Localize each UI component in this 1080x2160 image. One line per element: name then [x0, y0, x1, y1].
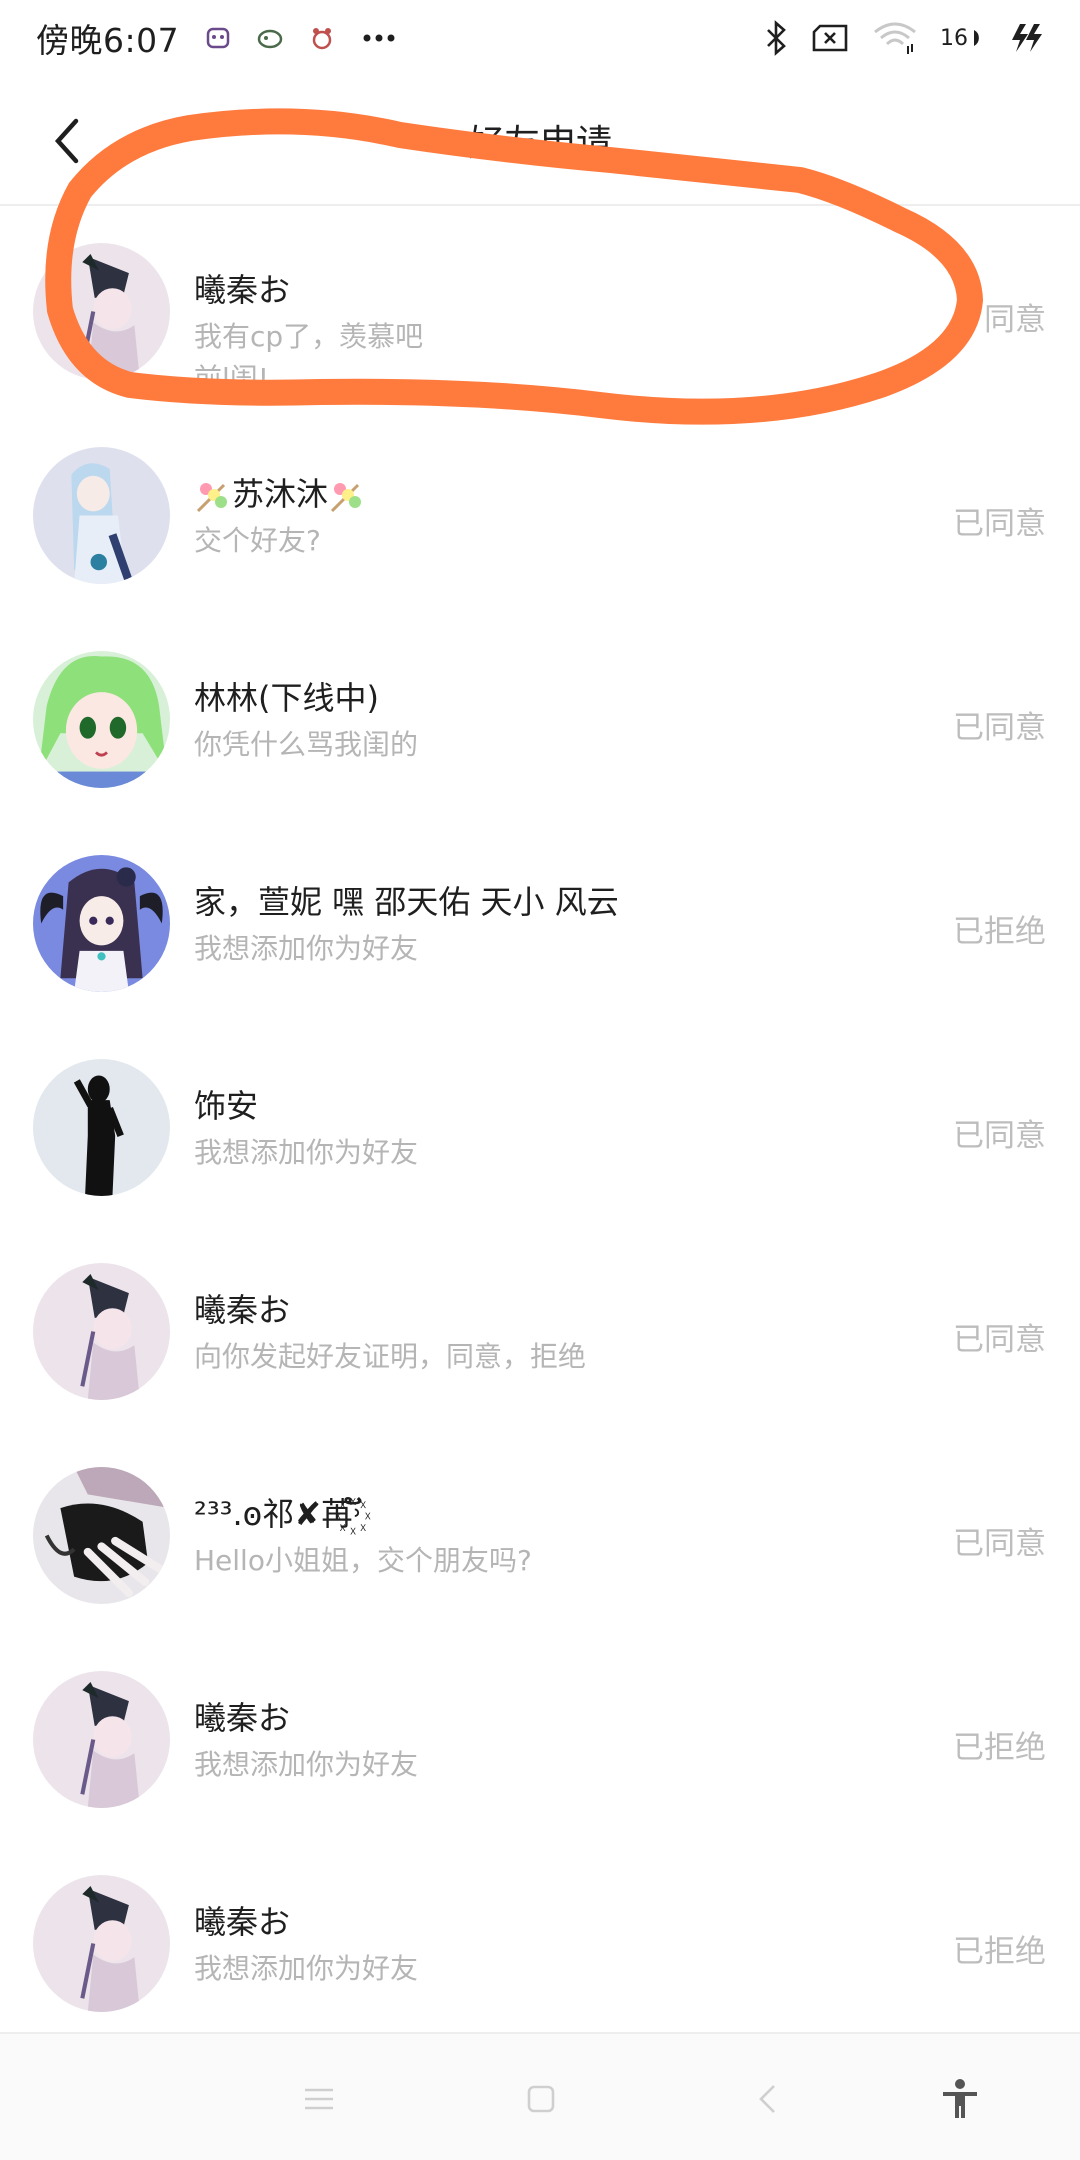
wifi-icon — [872, 20, 918, 56]
menu-icon — [305, 2088, 333, 2110]
friend-request-row[interactable]: 林林(下线中) 你凭什么骂我闺的 已同意 — [0, 615, 1080, 819]
page-title: 好友申请 — [467, 123, 612, 164]
requester-name: 林林(下线中) — [194, 679, 379, 717]
requester-name: 苏沐沐 — [194, 469, 366, 515]
app-badge-icon — [307, 23, 337, 53]
request-status: 已同意 — [953, 1118, 1046, 1154]
home-square-icon — [527, 2085, 555, 2113]
sim-x-icon — [810, 23, 850, 53]
nav-back-button[interactable] — [742, 2074, 792, 2124]
avatar[interactable] — [33, 855, 170, 992]
friend-request-row[interactable]: 曦秦お 我有cp了，羡慕吧 前l闺! 同意 — [0, 207, 1080, 411]
back-triangle-icon — [759, 2085, 775, 2113]
app-badge-icon — [255, 23, 285, 53]
bluetooth-icon — [764, 20, 788, 56]
status-time: 傍晚6:07 — [36, 21, 180, 60]
requester-name: 曦秦お — [194, 1903, 291, 1941]
menu-button[interactable] — [294, 2074, 344, 2124]
avatar[interactable] — [33, 1671, 170, 1808]
request-message: 你凭什么骂我闺的 — [194, 728, 419, 761]
avatar[interactable] — [33, 651, 170, 788]
request-message: 交个好友? — [194, 524, 321, 557]
friend-request-row[interactable]: ²³³.ꙩ祁✘苒꙰˒ັ Hello小姐姐，交个朋友吗? 已同意 — [0, 1431, 1080, 1635]
friend-requests-screen: 傍晚6:07 16 好友申请 曦秦お 我有cp了，羡慕吧 前l闺! 同意 苏沐沐… — [0, 0, 1080, 2160]
accessibility-icon — [943, 2079, 977, 2118]
request-status: 已拒绝 — [953, 914, 1046, 950]
requester-name: 曦秦お — [194, 271, 291, 309]
request-status: 已同意 — [953, 506, 1046, 542]
request-message: 我想添加你为好友 — [194, 1952, 419, 1985]
requester-name: ²³³.ꙩ祁✘苒꙰˒ັ — [194, 1495, 363, 1533]
avatar[interactable] — [33, 1875, 170, 2012]
candy-emoji-icon — [330, 483, 362, 513]
requester-name: 家，萱妮 嘿 邵天佑 天小 风云 — [194, 883, 619, 921]
status-bar: 傍晚6:07 16 — [0, 0, 1080, 76]
avatar[interactable] — [33, 1467, 170, 1604]
request-message: 我有cp了，羡慕吧 — [194, 320, 424, 353]
request-message-extra: 前l闺! — [194, 362, 270, 395]
friend-request-row[interactable]: 曦秦お 我想添加你为好友 已拒绝 — [0, 1635, 1080, 1839]
system-nav-bar — [0, 2032, 1080, 2160]
candy-emoji-icon — [196, 483, 227, 513]
friend-request-row[interactable]: 家，萱妮 嘿 邵天佑 天小 风云 我想添加你为好友 已拒绝 — [0, 819, 1080, 1023]
avatar[interactable] — [33, 1263, 170, 1400]
request-status: 已拒绝 — [953, 1934, 1046, 1970]
friend-request-row[interactable]: 苏沐沐 交个好友? 已同意 — [0, 411, 1080, 615]
request-message: 我想添加你为好友 — [194, 932, 419, 965]
system-status-icons: 16 — [764, 20, 1044, 56]
app-badge-icon — [203, 23, 233, 53]
home-button[interactable] — [516, 2074, 566, 2124]
friend-request-row[interactable]: 饰安 我想添加你为好友 已同意 — [0, 1023, 1080, 1227]
avatar[interactable] — [33, 447, 170, 584]
avatar[interactable] — [33, 243, 170, 380]
requester-name: 曦秦お — [194, 1291, 291, 1329]
requester-name: 饰安 — [194, 1087, 259, 1125]
friend-request-list: 曦秦お 我有cp了，羡慕吧 前l闺! 同意 苏沐沐 交个好友? 已同意 林林(下… — [0, 207, 1080, 2043]
more-dots-icon — [359, 23, 395, 53]
requester-name: 曦秦お — [194, 1699, 291, 1737]
request-status: 已同意 — [953, 1526, 1046, 1562]
request-message: 我想添加你为好友 — [194, 1748, 419, 1781]
request-message: 向你发起好友证明，同意，拒绝 — [194, 1340, 587, 1373]
battery-level: 16 — [940, 25, 968, 51]
request-status: 已同意 — [953, 710, 1046, 746]
request-status: 已同意 — [953, 1322, 1046, 1358]
friend-request-row[interactable]: 曦秦お 向你发起好友证明，同意，拒绝 已同意 — [0, 1227, 1080, 1431]
notification-icons — [203, 23, 395, 53]
avatar[interactable] — [33, 1059, 170, 1196]
request-message: 我想添加你为好友 — [194, 1136, 419, 1169]
request-message: Hello小姐姐，交个朋友吗? — [194, 1544, 532, 1577]
accessibility-button[interactable] — [935, 2074, 985, 2124]
accept-button[interactable]: 同意 — [984, 294, 1046, 339]
requester-name-text: 苏沐沐 — [232, 475, 329, 513]
page-header: 好友申请 — [0, 76, 1080, 206]
charging-icon — [1008, 22, 1044, 54]
friend-request-row[interactable]: 曦秦お 我想添加你为好友 已拒绝 — [0, 1839, 1080, 2043]
battery-icon — [972, 26, 986, 50]
request-status: 已拒绝 — [953, 1730, 1046, 1766]
